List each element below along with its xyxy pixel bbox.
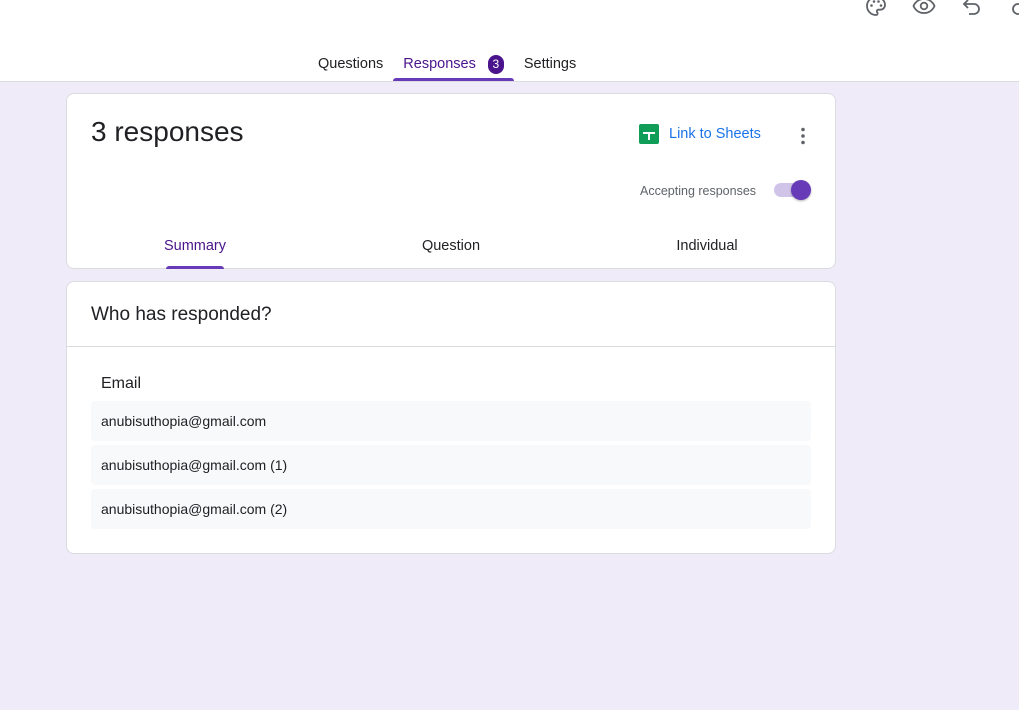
- more-options-button[interactable]: [791, 124, 815, 148]
- response-view-tabs: Summary Question Individual: [67, 234, 835, 269]
- tab-questions-label: Questions: [318, 56, 384, 72]
- tab-responses[interactable]: Responses 3: [393, 46, 514, 82]
- card-divider: [67, 346, 835, 347]
- responses-count-badge: 3: [487, 54, 504, 74]
- accepting-responses-toggle[interactable]: [774, 180, 812, 200]
- more-vert-icon: [801, 127, 805, 145]
- tab-settings[interactable]: Settings: [514, 46, 586, 82]
- tab-summary[interactable]: Summary: [67, 234, 323, 269]
- form-tabs: Questions Responses 3 Settings: [308, 46, 586, 82]
- email-list-item: anubisuthopia@gmail.com: [91, 401, 811, 441]
- toggle-thumb: [791, 180, 811, 200]
- link-to-sheets-button[interactable]: Link to Sheets: [639, 124, 761, 144]
- tab-question[interactable]: Question: [323, 234, 579, 269]
- responses-summary-card: 3 responses Link to Sheets Accepting res…: [66, 93, 836, 269]
- responses-count-title: 3 responses: [91, 116, 244, 147]
- redo-icon[interactable]: [1006, 0, 1019, 18]
- who-responded-card: Who has responded? Email anubisuthopia@g…: [66, 281, 836, 554]
- preview-eye-icon[interactable]: [910, 0, 958, 18]
- email-list-item: anubisuthopia@gmail.com (1): [91, 445, 811, 485]
- email-list-item: anubisuthopia@gmail.com (2): [91, 489, 811, 529]
- link-to-sheets-label: Link to Sheets: [669, 126, 761, 142]
- palette-icon[interactable]: [862, 0, 910, 18]
- tab-responses-label: Responses: [403, 56, 476, 72]
- sheets-icon: [639, 124, 659, 144]
- tab-individual-label: Individual: [676, 238, 738, 254]
- email-column-header: Email: [101, 375, 142, 392]
- tab-settings-label: Settings: [523, 56, 577, 72]
- accepting-responses-label: Accepting responses: [640, 184, 757, 198]
- toolbar-icons: [862, 0, 1019, 18]
- tab-summary-label: Summary: [163, 238, 227, 254]
- top-bar: Questions Responses 3 Settings: [0, 0, 1019, 82]
- tab-questions[interactable]: Questions: [308, 46, 393, 82]
- who-responded-title: Who has responded?: [91, 304, 272, 325]
- undo-icon[interactable]: [958, 0, 1006, 18]
- tab-individual[interactable]: Individual: [579, 234, 835, 269]
- tab-question-label: Question: [421, 238, 481, 254]
- email-list: anubisuthopia@gmail.com anubisuthopia@gm…: [91, 401, 811, 533]
